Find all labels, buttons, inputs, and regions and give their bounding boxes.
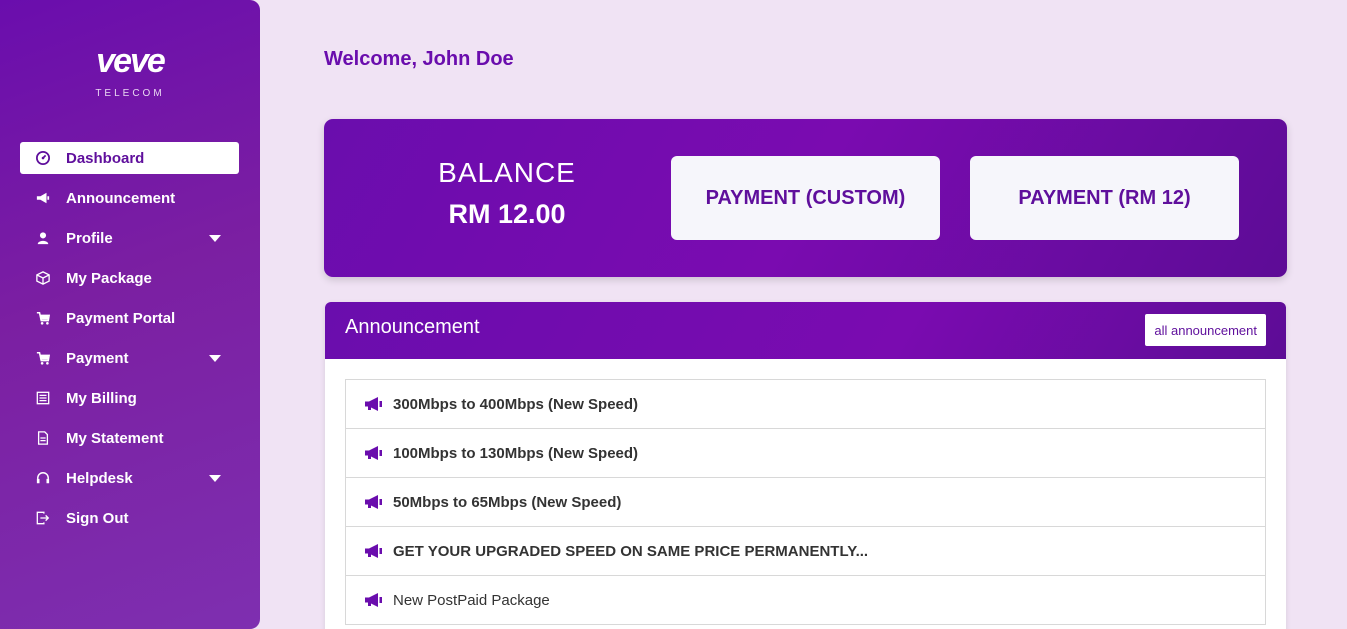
sidebar-item-payment[interactable]: Payment xyxy=(20,342,239,374)
megaphone-icon xyxy=(365,495,383,509)
sidebar-item-label: Profile xyxy=(66,229,113,247)
chevron-down-icon[interactable] xyxy=(209,355,221,362)
sign-out-icon xyxy=(20,511,66,525)
document-icon xyxy=(20,431,66,445)
sidebar-item-label: Dashboard xyxy=(66,149,145,167)
balance-card: BALANCE RM 12.00 PAYMENT (CUSTOM) PAYMEN… xyxy=(324,119,1287,277)
announcement-text: 300Mbps to 400Mbps (New Speed) xyxy=(393,395,639,413)
dashboard-icon xyxy=(20,151,66,165)
sidebar-item-label: Payment xyxy=(66,349,129,367)
megaphone-icon xyxy=(365,593,383,607)
sidebar-nav: Dashboard Announcement Profile My Packag… xyxy=(20,142,239,542)
sidebar: veve TELECOM Dashboard Announcement Prof… xyxy=(0,0,260,629)
payment-fixed-button[interactable]: PAYMENT (RM 12) xyxy=(970,156,1239,240)
balance-label: BALANCE xyxy=(438,157,576,188)
announcement-title: Announcement xyxy=(345,316,480,338)
sidebar-item-profile[interactable]: Profile xyxy=(20,222,239,254)
announcement-text: GET YOUR UPGRADED SPEED ON SAME PRICE PE… xyxy=(393,542,869,560)
sidebar-item-helpdesk[interactable]: Helpdesk xyxy=(20,462,239,494)
sidebar-item-label: Helpdesk xyxy=(66,469,133,487)
sidebar-item-label: Sign Out xyxy=(66,509,129,527)
logo-wordmark: veve xyxy=(96,42,166,80)
announcement-header: Announcement all announcement xyxy=(325,302,1286,359)
all-announcement-button[interactable]: all announcement xyxy=(1145,314,1266,346)
megaphone-icon xyxy=(365,544,383,558)
sidebar-item-my-statement[interactable]: My Statement xyxy=(20,422,239,454)
announcement-text: New PostPaid Package xyxy=(393,591,550,609)
list-item[interactable]: New PostPaid Package xyxy=(345,575,1266,625)
list-item[interactable]: 100Mbps to 130Mbps (New Speed) xyxy=(345,428,1266,478)
user-icon xyxy=(20,231,66,245)
cart-icon xyxy=(20,351,66,365)
list-icon xyxy=(20,391,66,405)
balance-value: RM 12.00 xyxy=(448,199,566,229)
sidebar-item-label: Payment Portal xyxy=(66,309,176,327)
megaphone-icon xyxy=(365,397,383,411)
cart-icon xyxy=(20,311,66,325)
sidebar-item-label: My Statement xyxy=(66,429,164,447)
sidebar-item-announcement[interactable]: Announcement xyxy=(20,182,239,214)
announcement-card: Announcement all announcement 300Mbps to… xyxy=(325,302,1286,629)
sidebar-item-label: Announcement xyxy=(66,189,176,207)
list-item[interactable]: 300Mbps to 400Mbps (New Speed) xyxy=(345,379,1266,429)
sidebar-item-label: My Billing xyxy=(66,389,137,407)
sidebar-item-my-billing[interactable]: My Billing xyxy=(20,382,239,414)
brand-logo[interactable]: veve TELECOM xyxy=(0,44,260,99)
logo-tagline: TELECOM xyxy=(95,88,165,99)
sidebar-item-payment-portal[interactable]: Payment Portal xyxy=(20,302,239,334)
megaphone-icon xyxy=(20,191,66,205)
box-icon xyxy=(20,271,66,285)
sidebar-item-my-package[interactable]: My Package xyxy=(20,262,239,294)
list-item[interactable]: 50Mbps to 65Mbps (New Speed) xyxy=(345,477,1266,527)
sidebar-item-sign-out[interactable]: Sign Out xyxy=(20,502,239,534)
payment-custom-button[interactable]: PAYMENT (CUSTOM) xyxy=(671,156,940,240)
sidebar-item-dashboard[interactable]: Dashboard xyxy=(20,142,239,174)
chevron-down-icon[interactable] xyxy=(209,475,221,482)
headset-icon xyxy=(20,471,66,485)
sidebar-item-label: My Package xyxy=(66,269,152,287)
welcome-heading: Welcome, John Doe xyxy=(324,48,514,70)
chevron-down-icon[interactable] xyxy=(209,235,221,242)
list-item[interactable]: GET YOUR UPGRADED SPEED ON SAME PRICE PE… xyxy=(345,526,1266,576)
announcement-text: 100Mbps to 130Mbps (New Speed) xyxy=(393,444,639,462)
announcement-text: 50Mbps to 65Mbps (New Speed) xyxy=(393,493,622,511)
announcement-list: 300Mbps to 400Mbps (New Speed) 100Mbps t… xyxy=(345,379,1266,625)
megaphone-icon xyxy=(365,446,383,460)
